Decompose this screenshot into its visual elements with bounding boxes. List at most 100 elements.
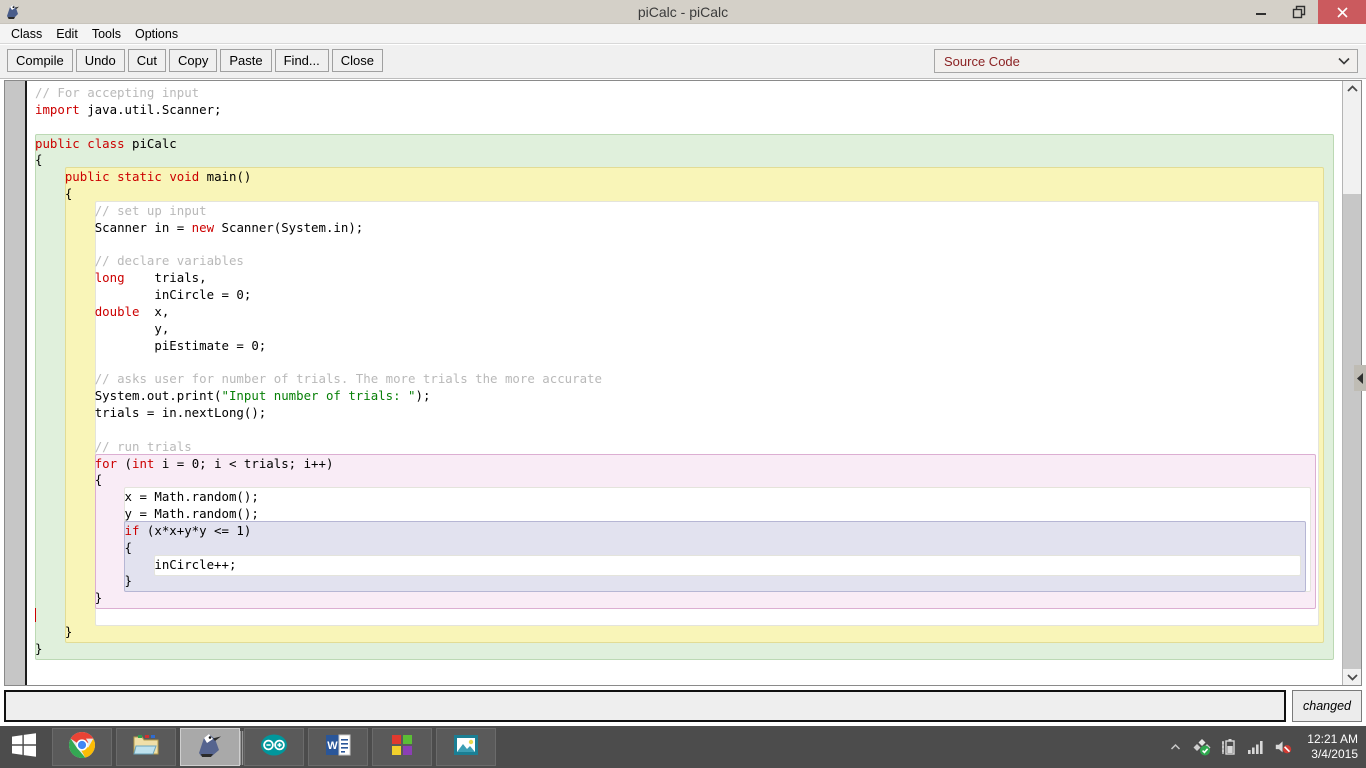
show-hidden-icons[interactable] <box>1166 737 1184 757</box>
code-line[interactable] <box>29 607 1342 624</box>
code-comment: // For accepting input <box>35 85 200 100</box>
taskbar-photos[interactable] <box>436 728 496 766</box>
window-controls <box>1242 0 1366 24</box>
code-line[interactable] <box>29 119 1342 136</box>
menu-item-options[interactable]: Options <box>128 25 185 43</box>
code-line[interactable]: inCircle++; <box>29 557 1342 574</box>
copy-button[interactable]: Copy <box>169 49 218 72</box>
code-text-run: { <box>64 186 73 202</box>
restore-button[interactable] <box>1280 0 1318 24</box>
speaker-muted-icon[interactable] <box>1274 737 1292 757</box>
scroll-down-arrow-icon[interactable] <box>1343 669 1361 685</box>
code-text-run <box>110 169 117 184</box>
code-line[interactable]: // run trials <box>29 439 1342 456</box>
close-editor-button[interactable]: Close <box>331 49 383 72</box>
taskbar-clock[interactable]: 12:21 AM 3/4/2015 <box>1301 732 1358 762</box>
code-line[interactable]: // asks user for number of trials. The m… <box>29 371 1342 388</box>
code-line[interactable]: { <box>29 186 1342 203</box>
code-comment: // declare variables <box>94 253 244 269</box>
code-line[interactable] <box>29 422 1342 439</box>
code-line[interactable]: long trials, <box>29 270 1342 287</box>
code-text[interactable]: // For accepting input import java.util.S… <box>29 81 1342 660</box>
code-line[interactable]: double x, <box>29 304 1342 321</box>
code-line[interactable]: { <box>29 152 1342 169</box>
code-line[interactable]: // declare variables <box>29 253 1342 270</box>
taskbar-chrome[interactable] <box>52 728 112 766</box>
scrollbar-thumb[interactable] <box>1343 97 1361 194</box>
code-keyword: if <box>124 522 140 538</box>
code-line[interactable] <box>29 355 1342 372</box>
undo-button[interactable]: Undo <box>75 49 125 72</box>
taskbar-bluej[interactable] <box>180 728 245 766</box>
source-editor: // For accepting input import java.util.S… <box>4 80 1362 686</box>
code-text-run: ); <box>415 388 431 404</box>
taskbar-windows-app[interactable] <box>372 728 432 766</box>
cut-button[interactable]: Cut <box>127 49 166 72</box>
chrome-icon <box>68 731 96 764</box>
minimize-button[interactable] <box>1242 0 1280 24</box>
taskbar-word[interactable]: W <box>308 728 368 766</box>
code-line[interactable]: x = Math.random(); <box>29 489 1342 506</box>
code-line[interactable]: if (x*x+y*y <= 1) <box>29 523 1342 540</box>
code-text-run: { <box>124 539 132 555</box>
clock-time: 12:21 AM <box>1307 732 1358 746</box>
taskbar-arduino[interactable] <box>244 728 304 766</box>
code-keyword: for <box>94 455 118 471</box>
collapse-left-icon[interactable] <box>1354 365 1366 391</box>
code-keyword: void <box>169 169 200 185</box>
code-line[interactable]: trials = in.nextLong(); <box>29 405 1342 422</box>
code-line[interactable]: { <box>29 540 1342 557</box>
code-line[interactable]: piEstimate = 0; <box>29 338 1342 355</box>
start-button[interactable] <box>0 726 48 768</box>
code-keyword: public <box>64 169 110 185</box>
signal-bars-icon[interactable] <box>1247 737 1265 757</box>
code-line[interactable]: y, <box>29 321 1342 338</box>
svg-text:W: W <box>327 740 338 752</box>
menu-bar: Class Edit Tools Options <box>0 24 1366 44</box>
code-line[interactable]: inCircle = 0; <box>29 287 1342 304</box>
code-text-run: x, <box>139 303 170 319</box>
paste-button[interactable]: Paste <box>220 49 272 72</box>
colored-squares-icon <box>388 732 416 763</box>
menu-item-edit[interactable]: Edit <box>49 25 85 43</box>
code-line[interactable] <box>29 237 1342 254</box>
code-text-run: inCircle++; <box>154 556 237 572</box>
code-line[interactable]: import java.util.Scanner; <box>29 102 1342 119</box>
code-line[interactable]: public static void main() <box>29 169 1342 186</box>
windows-logo-icon <box>11 732 37 763</box>
code-line[interactable]: y = Math.random(); <box>29 506 1342 523</box>
code-viewport[interactable]: // For accepting input import java.util.S… <box>29 81 1342 685</box>
chevron-down-icon <box>1331 57 1357 65</box>
code-line[interactable]: } <box>29 641 1342 658</box>
close-button[interactable] <box>1318 0 1366 24</box>
compile-button[interactable]: Compile <box>7 49 73 72</box>
menu-item-tools[interactable]: Tools <box>85 25 128 43</box>
window-title: piCalc - piCalc <box>637 4 729 20</box>
code-text-run: { <box>35 152 43 168</box>
code-line[interactable]: for (int i = 0; i < trials; i++) <box>29 456 1342 473</box>
code-line[interactable]: public class piCalc <box>29 136 1342 153</box>
code-line[interactable]: Scanner in = new Scanner(System.in); <box>29 220 1342 237</box>
editor-gutter[interactable] <box>5 81 27 685</box>
taskbar: W 12:21 AM 3/4/2015 <box>0 726 1366 768</box>
code-text-run: } <box>94 590 103 606</box>
view-select[interactable]: Source Code <box>934 49 1358 73</box>
code-line[interactable]: } <box>29 624 1342 641</box>
code-text-run: y = Math.random(); <box>124 506 259 522</box>
battery-icon[interactable] <box>1220 737 1238 757</box>
sync-check-icon[interactable] <box>1193 737 1211 757</box>
code-line[interactable]: } <box>29 573 1342 590</box>
taskbar-file-explorer[interactable] <box>116 728 176 766</box>
code-line[interactable]: // set up input <box>29 203 1342 220</box>
code-line[interactable]: { <box>29 472 1342 489</box>
find-button[interactable]: Find... <box>274 49 329 72</box>
code-line[interactable]: System.out.print("Input number of trials… <box>29 388 1342 405</box>
toolbar: Compile Undo Cut Copy Paste Find... Clos… <box>0 45 1366 79</box>
code-line[interactable]: // For accepting input <box>29 85 1342 102</box>
menu-item-class[interactable]: Class <box>4 25 49 43</box>
code-line[interactable]: } <box>29 590 1342 607</box>
code-text-run: main() <box>199 169 252 185</box>
code-text-run: System.out.print( <box>94 388 222 404</box>
scroll-up-arrow-icon[interactable] <box>1343 81 1361 97</box>
code-keyword: static <box>117 169 162 185</box>
